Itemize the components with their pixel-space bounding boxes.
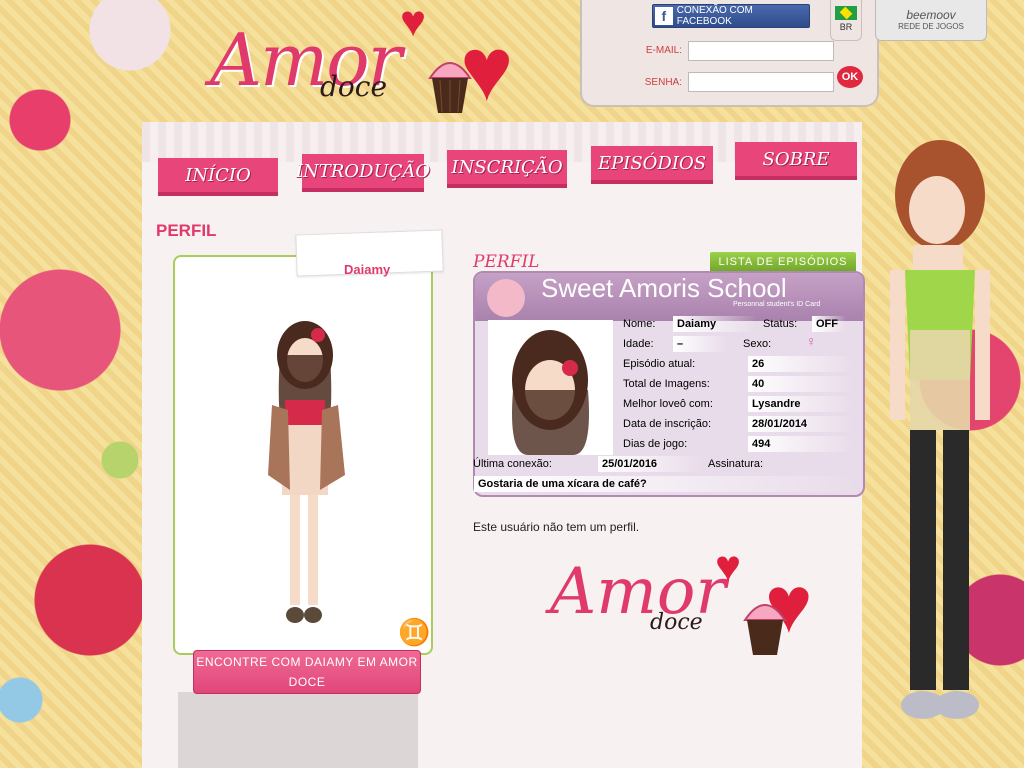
find-in-game-button[interactable]: ENCONTRE COM DAIAMY EM AMOR DOCE <box>193 650 421 694</box>
id-card-subtitle: Personnal student's ID Card <box>733 301 821 308</box>
love-value: Lysandre <box>748 396 852 412</box>
logo-doce: doce <box>320 70 388 103</box>
inscricao-value: 28/01/2014 <box>748 416 852 432</box>
character-illustration <box>890 140 990 719</box>
facebook-login-button[interactable]: f CONEXÃO COM FACEBOOK <box>652 4 810 28</box>
bottom-logo: Amor doce ♥ ♥ <box>540 540 840 660</box>
email-field[interactable] <box>688 41 834 61</box>
episodes-list-button[interactable]: LISTA DE EPISÓDIOS <box>710 252 856 272</box>
love-label: Melhor loveô com: <box>623 398 713 410</box>
nav-inicio[interactable]: INÍCIO <box>158 158 278 196</box>
nome-label: Nome: <box>623 318 656 330</box>
nav-inscricao[interactable]: INSCRIÇÃO <box>447 150 567 188</box>
quote-value: Gostaria de uma xícara de café? <box>474 476 858 492</box>
beemoov-logo: beemoov <box>906 8 956 22</box>
sexo-label: Sexo: <box>743 338 772 350</box>
facebook-icon: f <box>655 7 673 25</box>
password-label: SENHA: <box>644 77 682 88</box>
dias-label: Dias de jogo: <box>623 438 688 450</box>
facebook-label: CONEXÃO COM FACEBOOK <box>676 5 753 27</box>
profile-section-label: PERFIL <box>473 252 540 272</box>
avatar-name: Daiamy <box>344 262 391 277</box>
nav-episodios[interactable]: EPISÓDIOS <box>591 146 713 184</box>
status-value: OFF <box>812 316 846 332</box>
network-link[interactable]: beemoov REDE DE JOGOS <box>875 0 987 41</box>
language-selector[interactable]: BR <box>830 0 862 41</box>
nav-introducao[interactable]: INTRODUÇÃO <box>296 154 430 192</box>
cupcake-icon <box>428 62 472 113</box>
female-symbol-icon: ♀ <box>806 333 817 349</box>
nav-sobre[interactable]: SOBRE <box>735 142 857 180</box>
page-title: PERFIL <box>156 221 217 240</box>
gemini-icon: ♊ <box>398 617 431 647</box>
cupcake-icon <box>487 279 525 317</box>
avatar-portrait <box>512 330 589 455</box>
inscricao-label: Data de inscrição: <box>623 418 712 430</box>
conexao-label: Última conexão: <box>473 458 552 470</box>
avatar-illustration <box>268 321 345 623</box>
network-label: REDE DE JOGOS <box>898 22 964 31</box>
email-label: E-MAIL: <box>645 45 682 56</box>
brazil-flag-icon <box>835 6 857 20</box>
login-ok-button[interactable]: OK <box>837 66 863 88</box>
cupcake-icon <box>743 604 787 655</box>
id-photo <box>488 320 613 455</box>
idade-label: Idade: <box>623 338 654 350</box>
heart-icon: ♥ <box>400 0 427 46</box>
bottom-logo-doce: doce <box>650 610 703 635</box>
episodio-label: Episódio atual: <box>623 358 696 370</box>
left-strip <box>178 692 418 768</box>
assinatura-label: Assinatura: <box>708 458 764 470</box>
episodio-value: 26 <box>748 356 852 372</box>
conexao-value: 25/01/2016 <box>598 456 702 472</box>
status-label: Status: <box>763 318 798 330</box>
imagens-value: 40 <box>748 376 852 392</box>
password-field[interactable] <box>688 72 834 92</box>
id-card-title: Sweet Amoris School <box>541 273 787 303</box>
main-nav: INÍCIO INTRODUÇÃO INSCRIÇÃO EPISÓDIOS SO… <box>155 138 860 196</box>
heart-icon: ♥ <box>715 542 742 591</box>
dias-value: 494 <box>748 436 852 452</box>
no-profile-text: Este usuário não tem um perfil. <box>473 520 640 534</box>
idade-value: – <box>673 336 727 352</box>
language-code: BR <box>839 22 853 32</box>
imagens-label: Total de Imagens: <box>623 378 710 390</box>
site-logo[interactable]: Amor doce ♥ ♥ <box>210 0 550 125</box>
nome-value: Daiamy <box>673 316 757 332</box>
